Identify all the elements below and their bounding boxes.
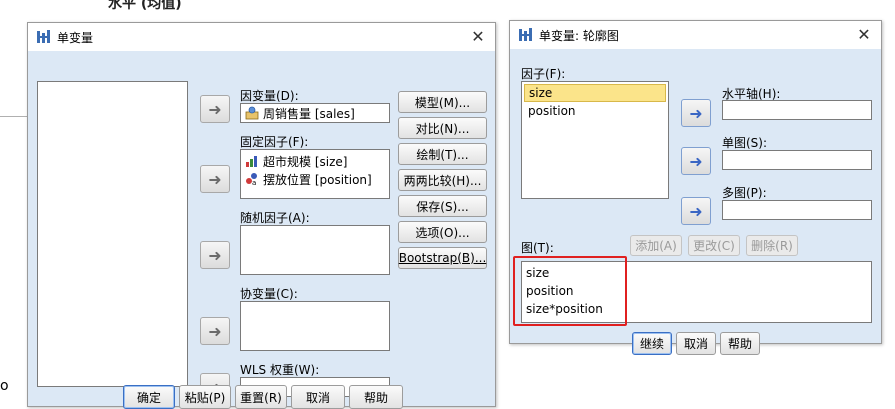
- continue-button[interactable]: 继续: [632, 332, 672, 355]
- factor-item[interactable]: size: [524, 84, 666, 102]
- univariate-dialog: 单变量 ✕ ➜ ➜ ➜ ➜ ➜ 因变量(D): 周销售量 [sales] 固定因…: [27, 22, 496, 409]
- svg-text:a: a: [252, 179, 256, 186]
- variable-list[interactable]: [37, 81, 188, 387]
- change-button[interactable]: 更改(C): [688, 235, 740, 256]
- contrasts-button[interactable]: 对比(N)...: [398, 117, 487, 139]
- horizontal-axis-field[interactable]: [722, 100, 872, 120]
- background-heading: 水平 (均值): [108, 0, 182, 12]
- ordinal-variable-icon: [245, 154, 259, 168]
- move-to-dependent-button[interactable]: ➜: [200, 95, 230, 123]
- cancel-button[interactable]: 取消: [676, 332, 716, 355]
- background-char: o: [0, 378, 9, 394]
- move-to-covariate-button[interactable]: ➜: [200, 317, 230, 345]
- profile-plots-dialog: 单变量: 轮廓图 ✕ 因子(F): size position ➜ ➜ ➜ 水平…: [509, 20, 882, 355]
- dependent-variable-label: 周销售量 [sales]: [263, 106, 355, 121]
- separate-lines-label: 单图(S):: [722, 136, 768, 150]
- separate-lines-field[interactable]: [722, 150, 872, 170]
- covariates-list[interactable]: [240, 301, 390, 351]
- close-icon[interactable]: ✕: [855, 26, 873, 44]
- options-button[interactable]: 选项(O)...: [398, 221, 487, 243]
- bootstrap-button[interactable]: Bootstrap(B)...: [398, 247, 487, 269]
- move-to-random-button[interactable]: ➜: [200, 241, 230, 269]
- dependent-field[interactable]: 周销售量 [sales]: [240, 103, 390, 123]
- save-button[interactable]: 保存(S)...: [398, 195, 487, 217]
- add-button[interactable]: 添加(A): [630, 235, 682, 256]
- spss-app-icon: [518, 27, 534, 43]
- wls-weight-label: WLS 权重(W):: [240, 363, 320, 377]
- plots-button[interactable]: 绘制(T)...: [398, 143, 487, 165]
- profile-plots-body: 因子(F): size position ➜ ➜ ➜ 水平轴(H): 单图(S)…: [510, 49, 881, 355]
- background-divider: [0, 116, 28, 117]
- factors-label: 因子(F):: [521, 67, 566, 81]
- dialog-title: 单变量: [57, 30, 94, 45]
- fixed-factor-item[interactable]: a 摆放位置 [position]: [241, 170, 389, 188]
- ok-button[interactable]: 确定: [123, 385, 175, 409]
- separate-plots-label: 多图(P):: [722, 186, 767, 200]
- dependent-variable[interactable]: 周销售量 [sales]: [241, 104, 389, 122]
- fixed-factors-list[interactable]: 超市规模 [size] a 摆放位置 [position]: [240, 149, 390, 199]
- paste-button[interactable]: 粘贴(P): [179, 385, 231, 409]
- factor-item[interactable]: position: [524, 102, 666, 120]
- highlight-frame: [513, 256, 627, 326]
- remove-button[interactable]: 删除(R): [746, 235, 798, 256]
- profile-plots-titlebar: 单变量: 轮廓图 ✕: [510, 21, 881, 49]
- help-button[interactable]: 帮助: [349, 385, 403, 409]
- reset-button[interactable]: 重置(R): [235, 385, 287, 409]
- dialog-title: 单变量: 轮廓图: [539, 28, 619, 43]
- random-factors-list[interactable]: [240, 225, 390, 275]
- help-button[interactable]: 帮助: [720, 332, 760, 355]
- move-to-fixed-button[interactable]: ➜: [200, 165, 230, 193]
- fixed-factor-item[interactable]: 超市规模 [size]: [241, 152, 389, 170]
- cancel-button[interactable]: 取消: [291, 385, 345, 409]
- factors-list[interactable]: size position: [521, 81, 669, 199]
- model-button[interactable]: 模型(M)...: [398, 91, 487, 113]
- dependent-label: 因变量(D):: [240, 89, 299, 103]
- close-icon[interactable]: ✕: [469, 28, 487, 46]
- fixed-factor-label: 超市规模 [size]: [263, 154, 348, 169]
- plots-label: 图(T):: [521, 241, 554, 255]
- random-factors-label: 随机因子(A):: [240, 211, 310, 225]
- move-to-horizontal-button[interactable]: ➜: [681, 99, 711, 127]
- univariate-titlebar: 单变量 ✕: [28, 23, 495, 51]
- post-hoc-button[interactable]: 两两比较(H)...: [398, 169, 487, 191]
- move-to-separate-lines-button[interactable]: ➜: [681, 147, 711, 175]
- move-to-separate-plots-button[interactable]: ➜: [681, 197, 711, 225]
- spss-app-icon: [36, 29, 52, 45]
- fixed-factor-label: 摆放位置 [position]: [263, 172, 372, 187]
- nominal-string-variable-icon: a: [245, 172, 259, 187]
- covariates-label: 协变量(C):: [240, 287, 298, 301]
- fixed-factors-label: 固定因子(F):: [240, 135, 309, 149]
- separate-plots-field[interactable]: [722, 200, 872, 220]
- univariate-body: ➜ ➜ ➜ ➜ ➜ 因变量(D): 周销售量 [sales] 固定因子(F): …: [28, 51, 495, 409]
- scale-variable-icon: [245, 106, 259, 120]
